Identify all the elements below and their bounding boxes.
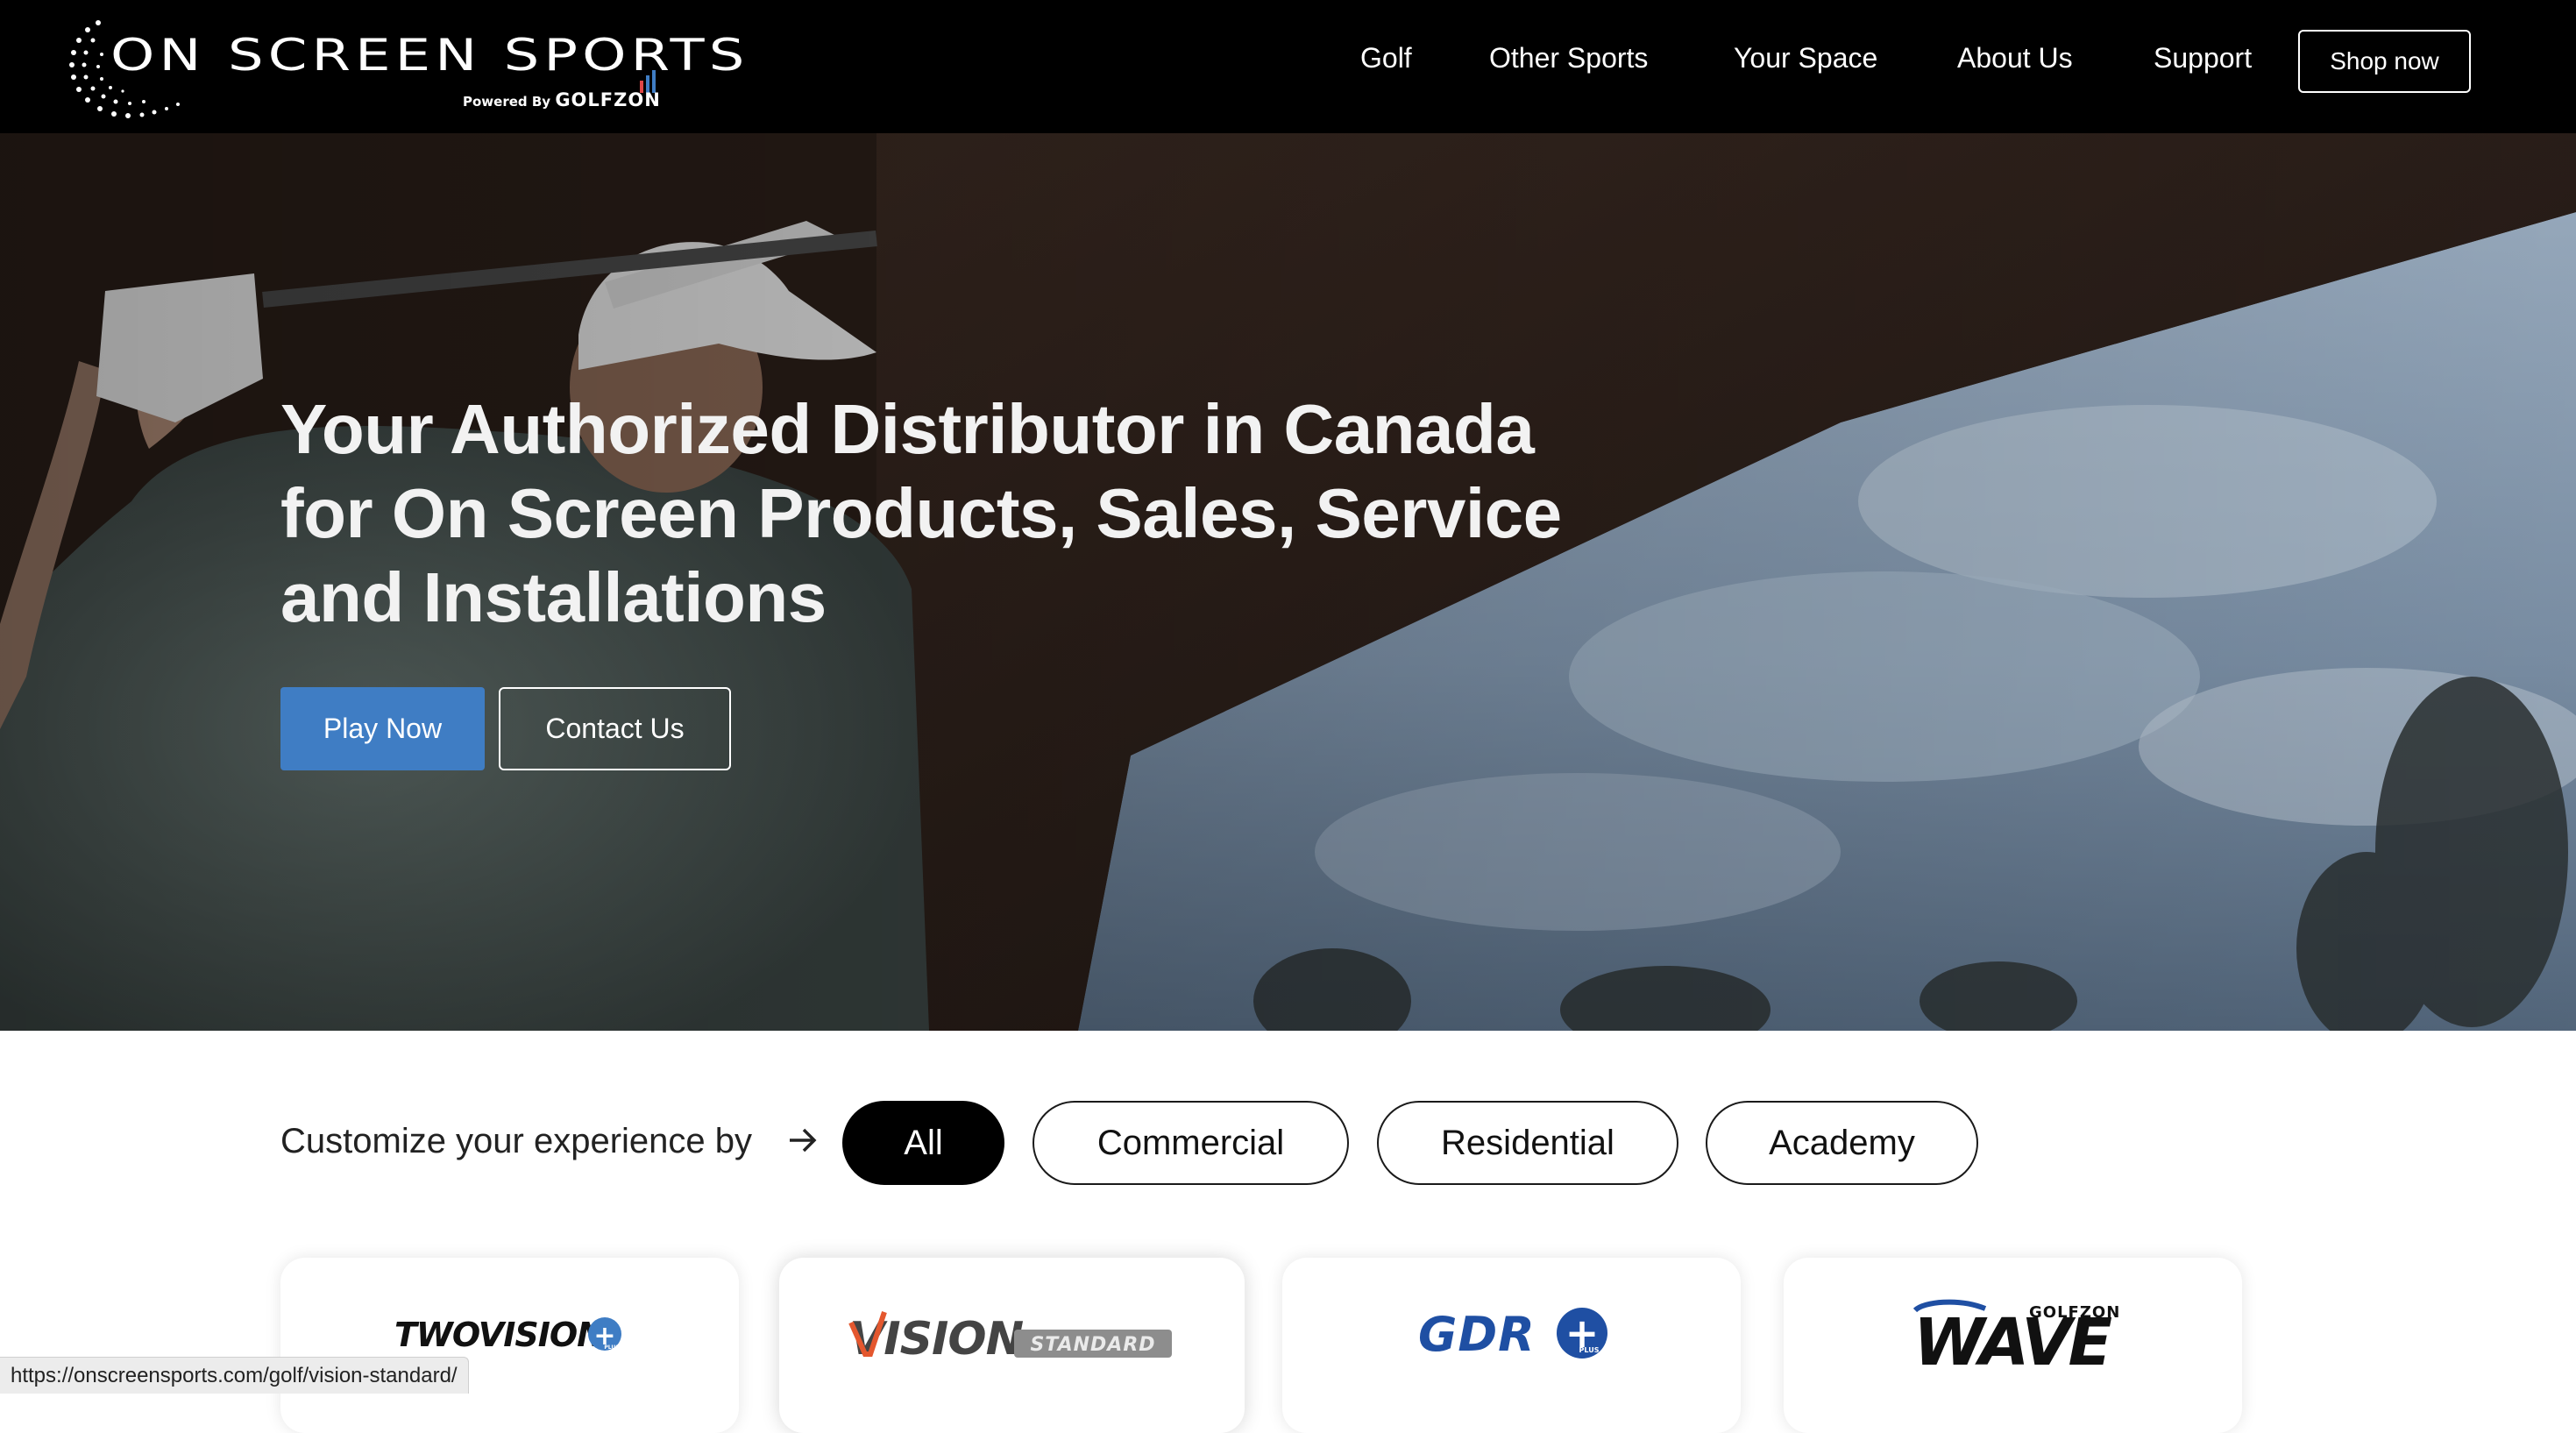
nav-link-your-space[interactable]: Your Space: [1734, 42, 1877, 74]
wave-name: WAVE: [1913, 1305, 2112, 1380]
filter-option-all[interactable]: All: [842, 1101, 1004, 1185]
product-card-wave[interactable]: GOLFZON WAVE: [1784, 1258, 2242, 1433]
wave-logo: GOLFZON WAVE: [1784, 1258, 2242, 1424]
filter-option-academy[interactable]: Academy: [1706, 1101, 1978, 1185]
filter-option-residential[interactable]: Residential: [1377, 1101, 1678, 1185]
product-card-twovision[interactable]: TWOVISION + PLUS: [280, 1258, 739, 1433]
nav-link-other-sports[interactable]: Other Sports: [1489, 42, 1648, 74]
product-card-vision-standard[interactable]: VISION STANDARD: [779, 1258, 1245, 1433]
gdr-name: GDR: [1418, 1307, 1536, 1362]
brand-logo[interactable]: ON SCREEN SPORTS Powered By GOLFZON: [53, 5, 744, 128]
brand-subtitle: Powered By GOLFZON: [463, 89, 661, 110]
hero-heading: Your Authorized Distributor in Canada fo…: [280, 390, 1562, 636]
arrow-right-icon: [790, 1128, 817, 1153]
hero-banner: Your Authorized Distributor in Canada fo…: [0, 133, 2576, 1031]
twovision-plus-label: PLUS: [604, 1344, 619, 1351]
contact-us-button[interactable]: Contact Us: [499, 687, 731, 770]
nav-link-support[interactable]: Support: [2154, 42, 2252, 74]
shop-now-button[interactable]: Shop now: [2298, 30, 2471, 93]
filter-option-commercial[interactable]: Commercial: [1033, 1101, 1349, 1185]
partner-name: GOLFZON: [555, 89, 661, 110]
nav-link-about-us[interactable]: About Us: [1957, 42, 2073, 74]
powered-by-text: Powered By: [463, 94, 551, 110]
twovision-logo: TWOVISION + PLUS: [280, 1258, 739, 1424]
vision-standard-logo: VISION STANDARD: [779, 1258, 1245, 1424]
play-now-button[interactable]: Play Now: [280, 687, 485, 770]
link-preview-url: https://onscreensports.com/golf/vision-s…: [0, 1357, 469, 1394]
top-navigation: ON SCREEN SPORTS Powered By GOLFZON Golf…: [0, 0, 2576, 133]
filter-label: Customize your experience by: [280, 1122, 753, 1160]
vision-standard-badge: STANDARD: [1030, 1334, 1155, 1356]
gdr-plus-logo: GDR + PLUS: [1282, 1258, 1741, 1424]
product-card-gdr-plus[interactable]: GDR + PLUS: [1282, 1258, 1741, 1433]
gdr-plus-label: PLUS: [1579, 1346, 1600, 1354]
twovision-name: TWOVISION: [394, 1316, 604, 1354]
nav-link-golf[interactable]: Golf: [1360, 42, 1412, 74]
